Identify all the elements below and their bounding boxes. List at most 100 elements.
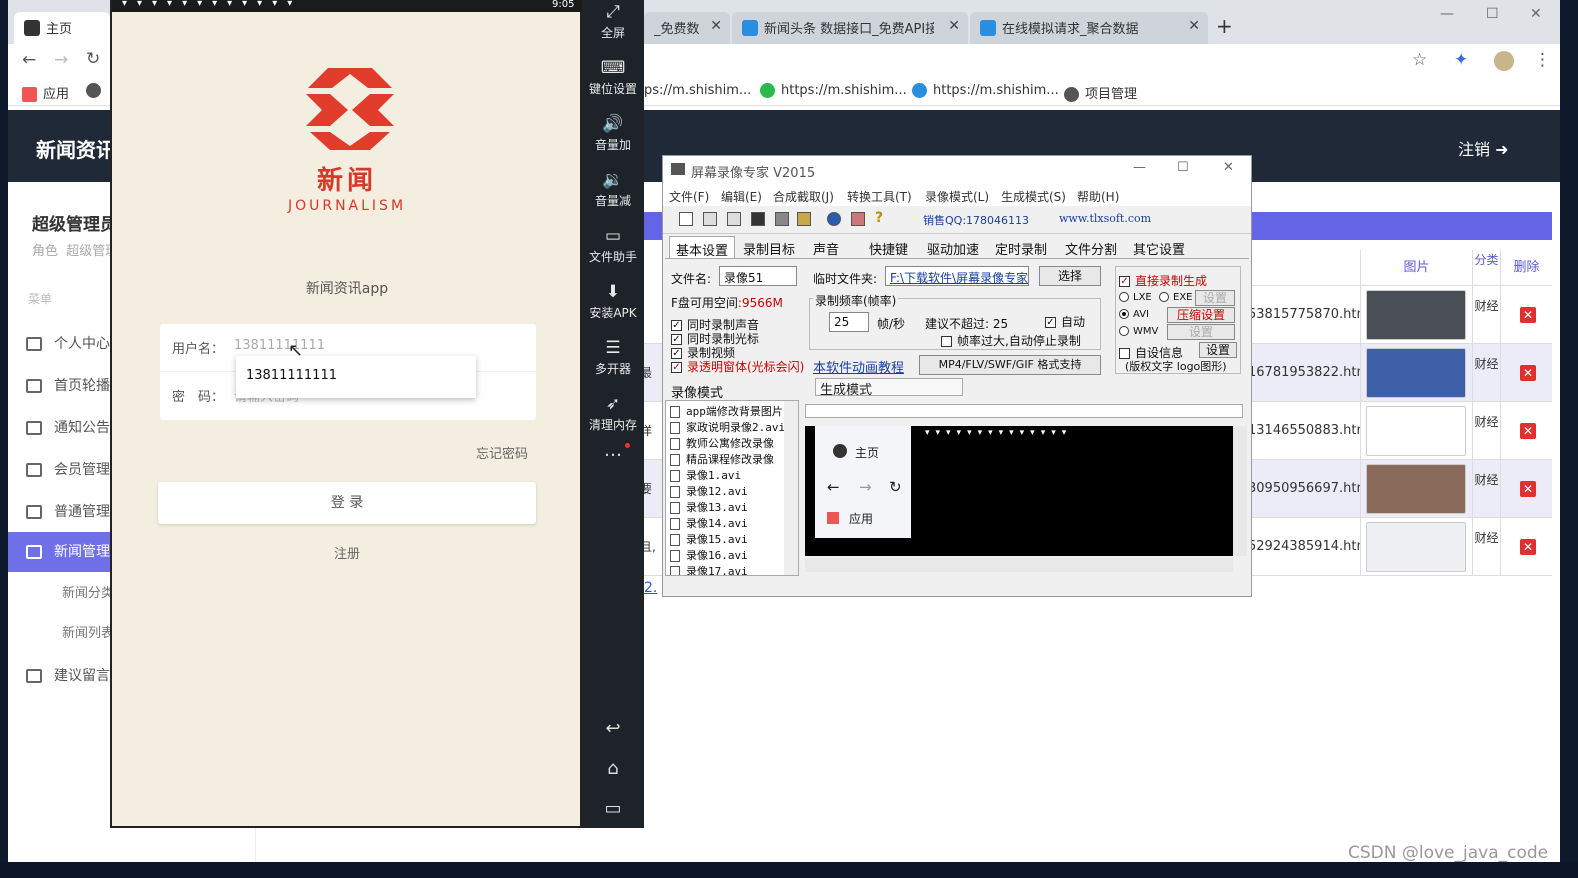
username-input[interactable]: 13811111111 bbox=[234, 338, 325, 353]
tab-news-api[interactable]: 新闻头条 数据接口_免费API接口 ✕ bbox=[732, 12, 968, 44]
fps-input[interactable]: 25 bbox=[829, 312, 869, 332]
more-menu-icon[interactable]: ⋮ bbox=[1534, 50, 1551, 70]
select-folder-button[interactable]: 选择 bbox=[1039, 266, 1101, 286]
news-thumbnail[interactable] bbox=[1366, 348, 1466, 398]
help-icon[interactable]: ? bbox=[875, 210, 883, 226]
emulator-button-multi-instance[interactable]: ☰ 多开器 bbox=[582, 338, 644, 377]
delete-icon[interactable]: ✕ bbox=[1520, 307, 1536, 323]
compress-settings-button[interactable]: 压缩设置 bbox=[1167, 307, 1235, 323]
file-list-item[interactable]: 家政说明录像2.avi bbox=[670, 419, 785, 435]
news-thumbnail[interactable] bbox=[1366, 522, 1466, 572]
file-list-item[interactable]: 录像15.avi bbox=[670, 531, 748, 547]
radio-lxe[interactable]: LXE bbox=[1119, 292, 1152, 303]
gift-icon[interactable] bbox=[851, 212, 865, 226]
stop-icon[interactable] bbox=[751, 212, 765, 226]
android-home-icon[interactable]: ⌂ bbox=[582, 758, 644, 779]
file-list-item[interactable]: 录像14.avi bbox=[670, 515, 748, 531]
news-thumbnail[interactable] bbox=[1366, 406, 1466, 456]
star-icon[interactable]: ☆ bbox=[1412, 50, 1427, 70]
recorder-tab[interactable]: 快捷键 bbox=[863, 236, 914, 258]
gen-mode-label[interactable]: 生成模式 bbox=[815, 378, 963, 398]
login-button[interactable]: 登 录 bbox=[158, 482, 536, 524]
open-icon[interactable] bbox=[703, 212, 717, 226]
preview-hscroll[interactable] bbox=[805, 558, 1233, 572]
autocomplete-suggestion[interactable]: 13811111111 bbox=[236, 356, 476, 398]
temp-folder-input[interactable]: F:\下载软件\屏幕录像专家 bbox=[885, 266, 1029, 286]
file-list-item[interactable]: 精品课程修改录像 bbox=[670, 451, 774, 467]
recorder-tab[interactable]: 定时录制 bbox=[989, 236, 1053, 258]
close-icon[interactable]: ✕ bbox=[1188, 18, 1200, 34]
recorder-maximize-button[interactable]: ☐ bbox=[1177, 160, 1189, 175]
android-recents-icon[interactable]: ▭ bbox=[582, 798, 644, 819]
emulator-button-apk[interactable]: ⬇ 安装APK bbox=[582, 282, 644, 321]
camera-tool-icon[interactable] bbox=[775, 212, 789, 226]
delete-icon[interactable]: ✕ bbox=[1520, 539, 1536, 555]
radio-wmv[interactable]: WMV bbox=[1119, 326, 1158, 337]
website-label[interactable]: www.tlxsoft.com bbox=[1059, 212, 1151, 225]
lxe-settings-button[interactable]: 设置 bbox=[1195, 290, 1235, 306]
delete-icon[interactable]: ✕ bbox=[1520, 423, 1536, 439]
file-list-item[interactable]: 教师公寓修改录像 bbox=[670, 435, 774, 451]
more-icon[interactable]: … bbox=[582, 440, 644, 461]
recorder-tab[interactable]: 驱动加速 bbox=[921, 236, 985, 258]
row-link[interactable]: 53815775870.html bbox=[1248, 286, 1360, 344]
new-tab-button[interactable]: + bbox=[1216, 14, 1233, 38]
recorder-menu-item[interactable]: 转换工具(T) bbox=[847, 188, 912, 205]
row-link[interactable]: 16781953822.html bbox=[1248, 344, 1360, 402]
file-list-item[interactable]: app端修改背景图片 bbox=[670, 403, 783, 419]
tab-free-data[interactable]: _免费数 ✕ bbox=[644, 12, 730, 44]
filename-input[interactable]: 录像51 bbox=[719, 266, 797, 286]
recorder-tab[interactable]: 其它设置 bbox=[1127, 236, 1191, 258]
emulator-button-rocket[interactable]: ➶ 清理内存 bbox=[582, 394, 644, 433]
extension-icon[interactable]: ✦ bbox=[1454, 50, 1468, 70]
recorder-menu-item[interactable]: 帮助(H) bbox=[1077, 188, 1119, 205]
custom-info-settings-button[interactable]: 设置 bbox=[1199, 342, 1237, 358]
emulator-button-volume-down[interactable]: 🔉 音量减 bbox=[582, 170, 644, 209]
bookmark-apps[interactable]: 应用 bbox=[22, 83, 69, 102]
minimize-button[interactable]: — bbox=[1440, 6, 1454, 22]
recorder-minimize-button[interactable]: — bbox=[1133, 160, 1146, 175]
file-list-item[interactable]: 录像1.avi bbox=[670, 467, 741, 483]
bookmark-shishim-3[interactable]: https://m.shishim... bbox=[912, 83, 1059, 98]
logout-button[interactable]: 注销 ➜ bbox=[1458, 136, 1509, 160]
bookmark-project[interactable]: 项目管理 bbox=[1064, 83, 1137, 102]
preview-vscroll[interactable] bbox=[1233, 426, 1247, 556]
file-list-item[interactable]: 录像13.avi bbox=[670, 499, 748, 515]
news-thumbnail[interactable] bbox=[1366, 464, 1466, 514]
emulator-button-folder[interactable]: ▭ 文件助手 bbox=[582, 226, 644, 265]
recorder-menu-item[interactable]: 编辑(E) bbox=[721, 188, 762, 205]
row-link[interactable]: 13146550883.html bbox=[1248, 402, 1360, 460]
recorder-tab[interactable]: 基本设置 bbox=[669, 236, 736, 259]
reload-icon[interactable]: ↻ bbox=[86, 49, 100, 69]
globe-tool-icon[interactable] bbox=[827, 212, 841, 226]
recorder-menu-item[interactable]: 文件(F) bbox=[669, 188, 709, 205]
wmv-settings-button[interactable]: 设置 bbox=[1167, 324, 1235, 340]
recorder-tab[interactable]: 声音 bbox=[807, 236, 845, 258]
radio-exe[interactable]: EXE bbox=[1159, 292, 1193, 303]
record-icon[interactable] bbox=[727, 212, 741, 226]
register-link[interactable]: 注册 bbox=[112, 543, 582, 562]
bookmark-globe[interactable] bbox=[86, 83, 107, 98]
forward-icon[interactable]: → bbox=[54, 50, 68, 70]
close-icon[interactable]: ✕ bbox=[948, 18, 960, 34]
news-thumbnail[interactable] bbox=[1366, 290, 1466, 340]
row-link[interactable]: 52924385914.html bbox=[1248, 518, 1360, 576]
fps-auto-checkbox[interactable]: ✓ 自动 bbox=[1045, 313, 1085, 330]
radio-avi[interactable]: AVI bbox=[1119, 309, 1149, 320]
recorder-close-button[interactable]: ✕ bbox=[1223, 160, 1234, 175]
file-list-item[interactable]: 录像17.avi bbox=[670, 563, 748, 575]
file-list-scrollbar[interactable] bbox=[784, 401, 798, 575]
file-list-item[interactable]: 录像12.avi bbox=[670, 483, 748, 499]
row-link[interactable]: 30950956697.html bbox=[1248, 460, 1360, 518]
recorder-menu-item[interactable]: 合成截取(J) bbox=[773, 188, 834, 205]
bookmark-shishim-2[interactable]: https://m.shishim... bbox=[760, 83, 907, 98]
recorder-menu-item[interactable]: 录像模式(L) bbox=[925, 188, 989, 205]
android-back-icon[interactable]: ↩ bbox=[582, 718, 644, 739]
profile-avatar[interactable] bbox=[1494, 51, 1514, 71]
close-icon[interactable]: ✕ bbox=[710, 18, 722, 34]
file-list-item[interactable]: 录像16.avi bbox=[670, 547, 748, 563]
recorder-tab[interactable]: 文件分割 bbox=[1059, 236, 1123, 258]
new-file-icon[interactable] bbox=[679, 212, 693, 226]
direct-gen-checkbox[interactable]: ✓ 直接录制生成 bbox=[1119, 272, 1207, 289]
tutorial-link[interactable]: 本软件动画教程 bbox=[813, 357, 904, 376]
